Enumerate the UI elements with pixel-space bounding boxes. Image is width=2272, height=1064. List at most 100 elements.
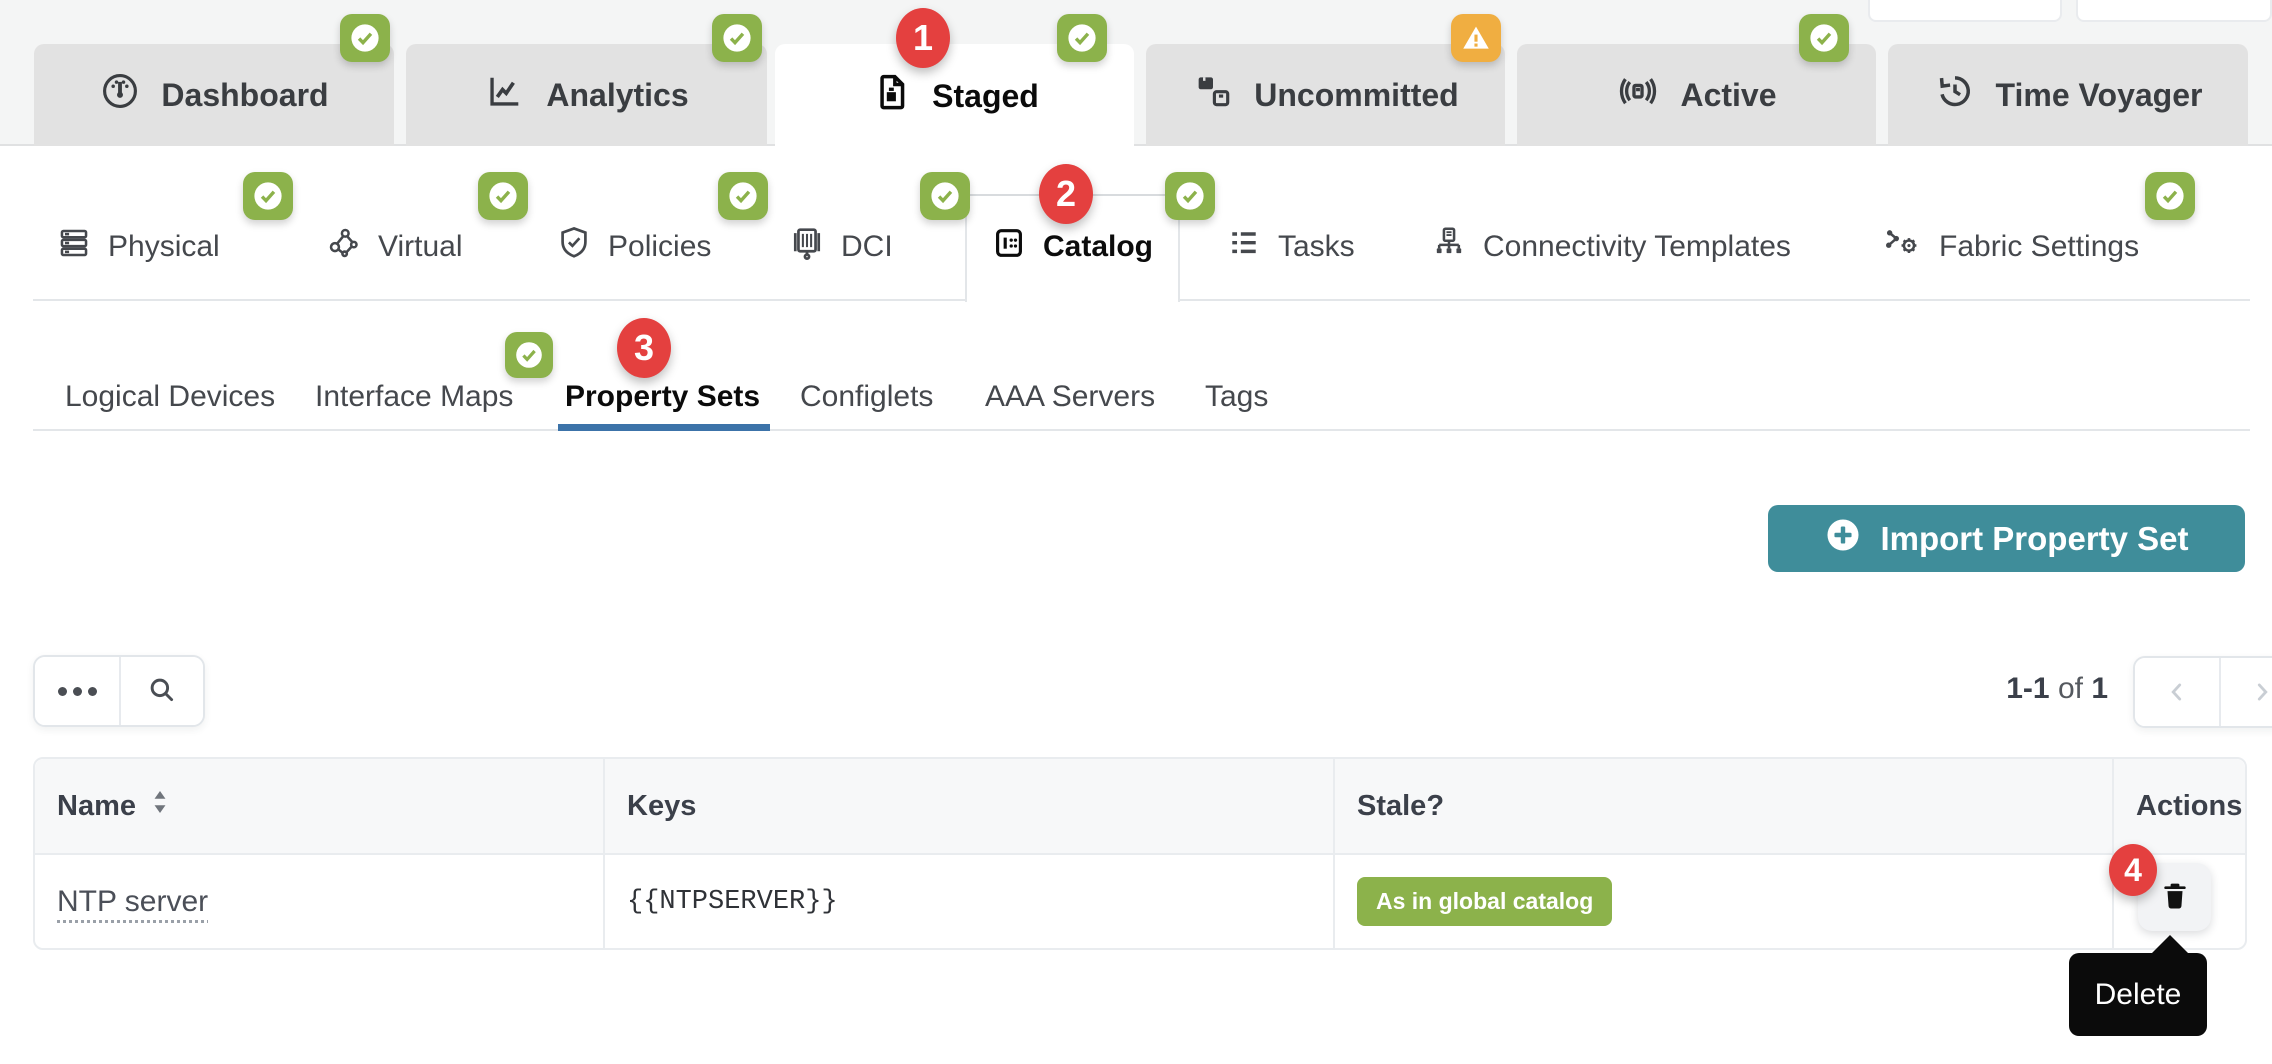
hierarchy-icon — [1430, 224, 1468, 270]
step-2-badge: 2 — [1039, 164, 1093, 224]
tab-label: Configlets — [800, 380, 933, 414]
tab-label: Policies — [608, 230, 711, 264]
top-right-button-2[interactable] — [2076, 0, 2272, 22]
analytics-icon — [484, 70, 526, 120]
list-toolbar — [33, 655, 205, 727]
tab-property-sets[interactable]: Property Sets — [565, 372, 760, 422]
tab-interface-maps[interactable]: Interface Maps — [315, 372, 513, 422]
tab-fabric-settings[interactable]: Fabric Settings — [1880, 214, 2139, 280]
molecule-icon — [325, 224, 363, 270]
tab-policies[interactable]: Policies — [555, 214, 711, 280]
broadcast-icon — [1616, 70, 1660, 120]
step-4-badge: 4 — [2109, 844, 2157, 896]
import-property-set-button[interactable]: Import Property Set — [1768, 505, 2245, 572]
tab-physical[interactable]: Physical — [55, 214, 220, 280]
tab-virtual[interactable]: Virtual — [325, 214, 463, 280]
column-header-stale: Stale? — [1333, 759, 2112, 853]
tab-label: Fabric Settings — [1939, 230, 2139, 264]
tab-label: Interface Maps — [315, 380, 513, 414]
status-check-badge — [1165, 172, 1215, 220]
uncommitted-boxes-icon — [1192, 70, 1234, 120]
next-page-button[interactable] — [2219, 658, 2272, 726]
tab-label: Time Voyager — [1996, 77, 2203, 114]
sort-icon — [150, 789, 170, 823]
pagination-current: 1-1 — [2006, 672, 2049, 705]
task-list-icon — [1225, 224, 1263, 270]
pagination-of: of — [2058, 672, 2083, 705]
tab-logical-devices[interactable]: Logical Devices — [65, 372, 275, 422]
tab-tags[interactable]: Tags — [1205, 372, 1268, 422]
status-check-badge — [340, 14, 390, 62]
tab-label: Physical — [108, 230, 220, 264]
tab-label: DCI — [841, 230, 893, 264]
tab-label: Active — [1680, 77, 1776, 114]
tab-label: Analytics — [546, 77, 688, 114]
tab-tasks[interactable]: Tasks — [1225, 214, 1355, 280]
table-row: NTP server {{NTPSERVER}} As in global ca… — [35, 855, 2245, 948]
ellipsis-icon — [58, 687, 97, 696]
property-set-keys: {{NTPSERVER}} — [627, 887, 838, 917]
tab-label: Virtual — [378, 230, 463, 264]
status-check-badge — [243, 172, 293, 220]
more-options-button[interactable] — [35, 657, 119, 725]
tab-aaa-servers[interactable]: AAA Servers — [985, 372, 1155, 422]
tab-label: Tags — [1205, 380, 1268, 414]
tab-dashboard[interactable]: Dashboard — [34, 44, 394, 146]
column-header-keys: Keys — [603, 759, 1333, 853]
tab-uncommitted[interactable]: Uncommitted — [1146, 44, 1505, 146]
status-check-badge — [478, 172, 528, 220]
stale-status-badge: As in global catalog — [1357, 877, 1612, 926]
tab-time-voyager[interactable]: Time Voyager — [1888, 44, 2248, 146]
tab-dci[interactable]: DCI — [788, 214, 893, 280]
property-set-name-link[interactable]: NTP server — [57, 885, 208, 919]
status-check-badge — [2145, 172, 2195, 220]
status-check-badge — [920, 172, 970, 220]
pagination-range: 1-1 of 1 — [1950, 672, 2108, 706]
history-icon — [1934, 70, 1976, 120]
staged-file-icon — [870, 71, 912, 121]
tab-label: Staged — [932, 78, 1039, 115]
tooltip-arrow — [2151, 935, 2189, 954]
pagination-buttons — [2133, 656, 2272, 728]
cell-name: NTP server — [35, 855, 603, 948]
dashboard-icon — [99, 70, 141, 120]
catalog-icon — [990, 224, 1028, 270]
plus-circle-icon — [1824, 516, 1862, 562]
tab-label: Catalog — [1043, 230, 1153, 264]
divider — [33, 429, 2250, 431]
search-button[interactable] — [119, 657, 203, 725]
delete-tooltip: Delete — [2069, 953, 2207, 1036]
status-check-badge — [712, 14, 762, 62]
tab-analytics[interactable]: Analytics — [406, 44, 767, 146]
table-header-row: Name Keys Stale? Actions — [35, 759, 2245, 855]
divider — [33, 299, 966, 301]
datacenter-icon — [788, 224, 826, 270]
tab-label: Tasks — [1278, 230, 1355, 264]
trash-icon — [2158, 879, 2192, 916]
cell-stale: As in global catalog — [1333, 855, 2112, 948]
top-right-button-1[interactable] — [1868, 0, 2062, 22]
status-check-badge — [718, 172, 768, 220]
status-check-badge — [505, 332, 553, 378]
column-header-actions: Actions — [2112, 759, 2245, 853]
step-3-badge: 3 — [617, 318, 671, 378]
step-1-badge: 1 — [896, 8, 950, 68]
property-sets-table: Name Keys Stale? Actions NTP server — [33, 757, 2247, 950]
column-header-name[interactable]: Name — [35, 759, 603, 853]
status-check-badge — [1799, 14, 1849, 62]
connector-line — [1091, 194, 1167, 196]
tab-label: AAA Servers — [985, 380, 1155, 414]
search-icon — [146, 674, 178, 709]
tab-label: Uncommitted — [1254, 77, 1458, 114]
tab-label: Property Sets — [565, 380, 760, 414]
tab-label: Logical Devices — [65, 380, 275, 414]
tab-connectivity-templates[interactable]: Connectivity Templates — [1430, 214, 1791, 280]
shield-check-icon — [555, 224, 593, 270]
import-button-label: Import Property Set — [1880, 520, 2188, 558]
tab-catalog[interactable]: Catalog — [990, 214, 1153, 280]
tab-configlets[interactable]: Configlets — [800, 372, 933, 422]
prev-page-button[interactable] — [2135, 658, 2219, 726]
share-gear-icon — [1880, 224, 1924, 270]
app-screen: Dashboard Analytics Staged — [0, 0, 2272, 1064]
connector-line — [968, 194, 1042, 196]
